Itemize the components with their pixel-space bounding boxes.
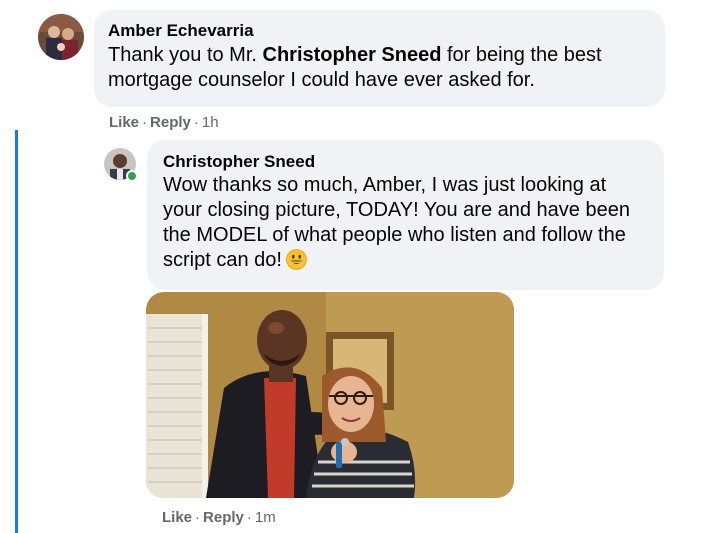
reply-thread-line xyxy=(15,130,18,533)
grinning-face-emoji-icon xyxy=(286,249,307,270)
timestamp[interactable]: 1h xyxy=(202,114,219,131)
avatar[interactable] xyxy=(38,14,84,60)
reply-actions: Like · Reply · 1m xyxy=(162,509,276,526)
comment-text: Thank you to Mr. Christopher Sneed for b… xyxy=(108,44,602,91)
timestamp[interactable]: 1m xyxy=(255,509,276,526)
reply-author[interactable]: Christopher Sneed xyxy=(163,152,648,172)
attached-photo[interactable] xyxy=(146,292,514,498)
reply-bubble: Christopher Sneed Wow thanks so much, Am… xyxy=(147,140,664,290)
reply-text: Wow thanks so much, Amber, I was just lo… xyxy=(163,174,630,271)
comment-actions: Like · Reply · 1h xyxy=(109,114,219,131)
reply-button[interactable]: Reply xyxy=(203,509,244,526)
mention-link[interactable]: Christopher Sneed xyxy=(263,44,442,66)
comment-author[interactable]: Amber Echevarria xyxy=(108,21,651,41)
like-button[interactable]: Like xyxy=(162,509,192,526)
reply-button[interactable]: Reply xyxy=(150,114,191,131)
comment-bubble: Amber Echevarria Thank you to Mr. Christ… xyxy=(94,10,665,107)
online-status-indicator xyxy=(126,170,138,182)
like-button[interactable]: Like xyxy=(109,114,139,131)
